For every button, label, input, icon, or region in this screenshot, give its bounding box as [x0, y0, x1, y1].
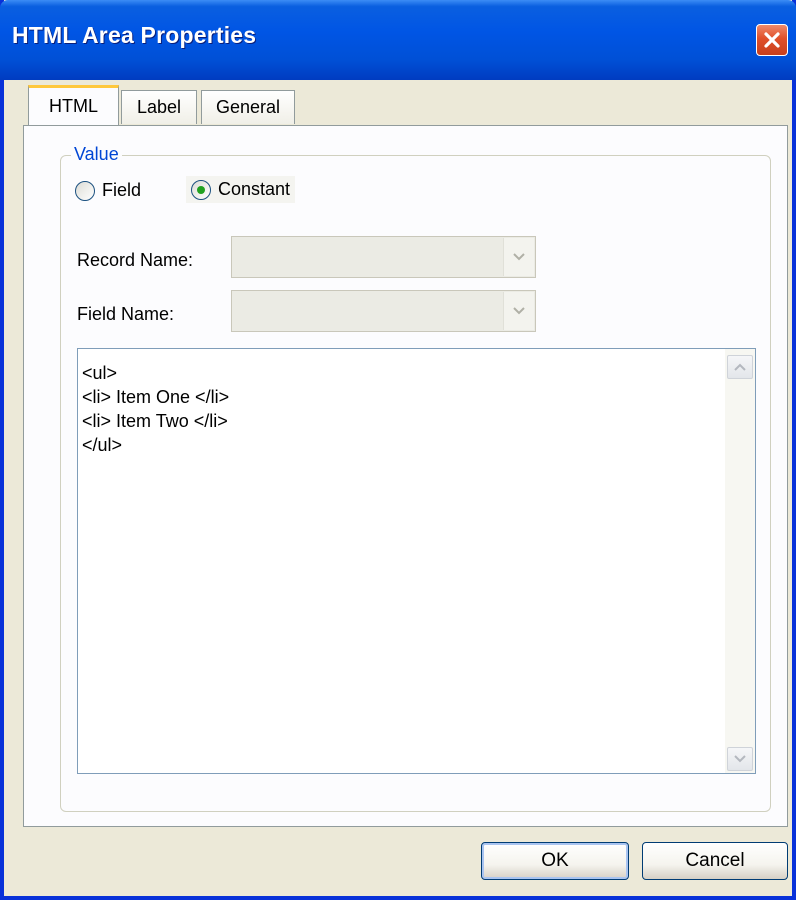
tab-general[interactable]: General	[201, 90, 295, 124]
ok-button[interactable]: OK	[481, 842, 629, 880]
tab-panel-html: Value Field Constant Record Name: Field …	[23, 125, 788, 827]
record-name-select[interactable]	[231, 236, 536, 278]
html-line: <li> Item Two </li>	[82, 411, 228, 431]
scroll-down-button[interactable]	[727, 747, 753, 771]
html-text-area[interactable]: <ul> <li> Item One </li> <li> Item Two <…	[77, 348, 756, 774]
record-name-label: Record Name:	[77, 250, 194, 270]
constant-radio-label: Constant	[218, 179, 291, 199]
radio-selected-dot	[197, 185, 205, 194]
close-button[interactable]	[756, 24, 788, 56]
field-name-select[interactable]	[231, 290, 536, 332]
dialog-content: HTML Label General Value Field Constant	[4, 80, 792, 896]
constant-radio-circle	[191, 179, 211, 200]
field-name-dropdown-button[interactable]	[503, 292, 534, 330]
field-radio[interactable]: Field	[75, 180, 141, 201]
tab-html-label: HTML	[49, 96, 98, 116]
chevron-down-icon	[734, 755, 746, 763]
dialog-window: HTML Area Properties HTML Label General …	[0, 0, 796, 900]
dialog-title: HTML Area Properties	[12, 22, 257, 48]
html-line: <li> Item One </li>	[82, 387, 230, 407]
tab-label[interactable]: Label	[121, 90, 197, 124]
chevron-down-icon	[513, 253, 525, 261]
chevron-down-icon	[513, 307, 525, 315]
html-text-content: <ul> <li> Item One </li> <li> Item Two <…	[82, 361, 721, 457]
tab-label-label: Label	[136, 97, 182, 117]
close-icon	[764, 32, 780, 48]
scroll-up-button[interactable]	[727, 355, 753, 379]
cancel-button-label: Cancel	[685, 850, 745, 871]
vertical-scrollbar[interactable]	[725, 349, 755, 773]
value-group-legend: Value	[71, 144, 122, 165]
tab-general-label: General	[215, 97, 281, 117]
record-name-dropdown-button[interactable]	[503, 238, 534, 276]
tab-html[interactable]: HTML	[28, 85, 119, 125]
title-bar[interactable]: HTML Area Properties	[0, 0, 796, 80]
ok-button-label: OK	[541, 850, 569, 871]
html-line: </ul>	[82, 435, 123, 455]
constant-radio[interactable]: Constant	[186, 176, 296, 203]
cancel-button[interactable]: Cancel	[642, 842, 788, 880]
html-line: <ul>	[82, 363, 118, 383]
field-radio-label: Field	[102, 180, 142, 200]
chevron-up-icon	[734, 363, 746, 371]
field-radio-circle	[75, 180, 95, 201]
field-name-label: Field Name:	[77, 304, 175, 324]
value-groupbox: Value Field Constant Record Name: Field …	[60, 144, 771, 812]
